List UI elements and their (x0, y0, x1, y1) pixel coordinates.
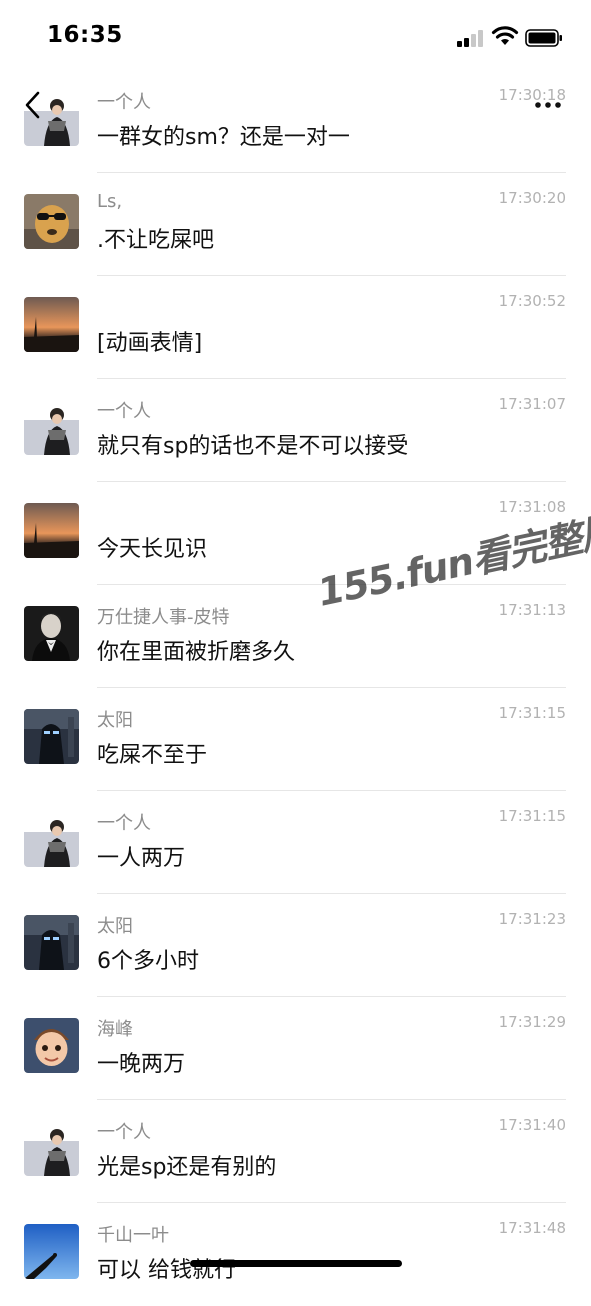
message-time: 17:31:48 (498, 1219, 566, 1237)
message-time: 17:31:40 (498, 1116, 566, 1134)
sender-name: 太阳 (97, 916, 133, 937)
message-text: .不让吃屎吧 (97, 228, 214, 253)
sender-name: 一个人 (97, 813, 151, 834)
dark-hero-avatar[interactable] (24, 709, 79, 764)
message-time: 17:31:15 (498, 704, 566, 722)
blue-sky-avatar[interactable] (24, 1224, 79, 1279)
sender-name: 太阳 (97, 710, 133, 731)
list-item[interactable]: 太阳 17:31:23 6个多小时 (0, 894, 591, 997)
message-time: 17:31:07 (498, 395, 566, 413)
sunset-avatar[interactable] (24, 297, 79, 352)
list-item[interactable]: Ls, 17:30:20 .不让吃屎吧 (0, 173, 591, 276)
list-item[interactable]: 一个人 17:31:07 就只有sp的话也不是不可以接受 (0, 379, 591, 482)
message-time: 17:31:13 (498, 601, 566, 619)
message-time: 17:31:23 (498, 910, 566, 928)
cartoon-boy-avatar[interactable] (24, 1018, 79, 1073)
message-text: 就只有sp的话也不是不可以接受 (97, 434, 409, 459)
sender-name: 万仕捷人事-皮特 (97, 607, 230, 628)
message-time: 17:31:29 (498, 1013, 566, 1031)
list-item[interactable]: 千山一叶 17:31:48 可以 给钱就行 (0, 1203, 591, 1306)
man-scarf-avatar[interactable] (24, 812, 79, 867)
sender-name: 一个人 (97, 1122, 151, 1143)
sender-name: 千山一叶 (97, 1225, 169, 1246)
message-text: 吃屎不至于 (97, 743, 208, 768)
message-time: 17:31:15 (498, 807, 566, 825)
sunset-avatar[interactable] (24, 503, 79, 558)
sender-name: 一个人 (97, 401, 151, 422)
list-item[interactable]: 海峰 17:31:29 一晚两万 (0, 997, 591, 1100)
dark-hero-avatar[interactable] (24, 915, 79, 970)
message-time: 17:30:20 (498, 189, 566, 207)
man-tuxedo-avatar[interactable] (24, 606, 79, 661)
message-text: [动画表情] (97, 331, 203, 356)
message-list[interactable]: 一个人 17:30:18 一群女的sm？还是一对一 Ls, 17:30:20 .… (0, 0, 591, 1283)
dog-sunglasses-avatar[interactable] (24, 194, 79, 249)
home-indicator[interactable] (190, 1260, 402, 1267)
list-item[interactable]: 太阳 17:31:15 吃屎不至于 (0, 688, 591, 791)
message-text: 6个多小时 (97, 949, 199, 974)
list-item[interactable]: 一个人 17:31:40 光是sp还是有别的 (0, 1100, 591, 1203)
message-text: 可以 给钱就行 (97, 1258, 236, 1283)
chevron-left-icon (25, 91, 40, 119)
message-text: 一群女的sm？还是一对一 (97, 125, 350, 150)
message-text: 你在里面被折磨多久 (97, 640, 296, 665)
man-scarf-avatar[interactable] (24, 1121, 79, 1176)
man-scarf-avatar[interactable] (24, 400, 79, 455)
message-text: 一人两万 (97, 846, 186, 871)
back-button[interactable] (18, 88, 50, 124)
message-text: 今天长见识 (97, 537, 208, 562)
message-text: 一晚两万 (97, 1052, 186, 1077)
message-time: 17:30:52 (498, 292, 566, 310)
list-item[interactable]: 一个人 17:31:15 一人两万 (0, 791, 591, 894)
list-item[interactable]: 17:30:52 [动画表情] (0, 276, 591, 379)
more-icon (535, 102, 561, 108)
more-button[interactable] (530, 92, 566, 116)
sender-name: 一个人 (97, 92, 151, 113)
message-text: 光是sp还是有别的 (97, 1155, 277, 1180)
sender-name: Ls, (97, 191, 123, 212)
sender-name: 海峰 (97, 1019, 133, 1040)
list-item[interactable]: 万仕捷人事-皮特 17:31:13 你在里面被折磨多久 (0, 585, 591, 688)
list-item[interactable]: 一个人 17:30:18 一群女的sm？还是一对一 (0, 70, 591, 173)
